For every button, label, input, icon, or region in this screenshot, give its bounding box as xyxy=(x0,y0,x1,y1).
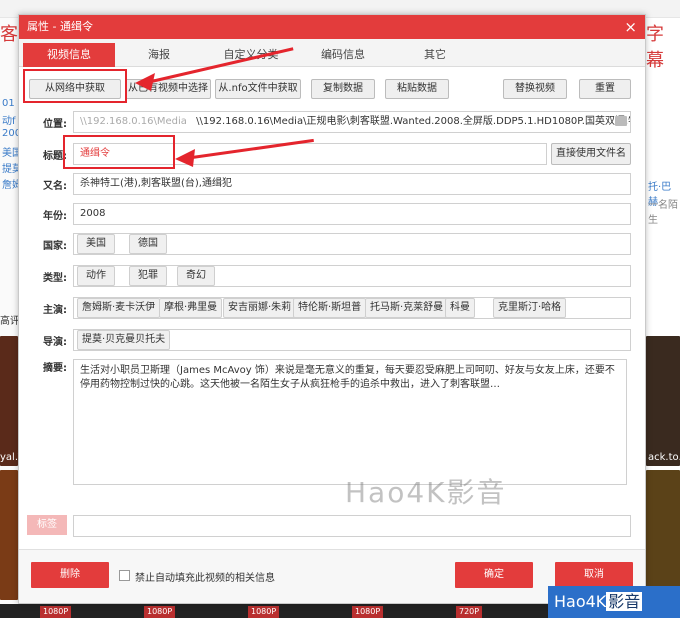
watermark: Hao4K影音 xyxy=(345,476,507,509)
use-filename-button[interactable]: 直接使用文件名 xyxy=(551,143,631,165)
summary-textarea[interactable]: 生活对小职员卫斯理（James McAvoy 饰）来说是毫无意义的重复，每天要忍… xyxy=(73,359,627,485)
properties-dialog: 属性 - 通缉令 × 视频信息 海报 自定义分类 编码信息 其它 从网络中获取 … xyxy=(18,14,646,604)
cast-chip[interactable]: 特伦斯·斯坦普 xyxy=(293,298,367,318)
poster-thumbnail[interactable] xyxy=(0,470,18,600)
corner-watermark-text: Hao4K xyxy=(554,592,607,611)
genre-label: 类型: xyxy=(43,273,67,284)
quality-badge: 1080P xyxy=(40,606,72,618)
corner-watermark: Hao4K 影音 xyxy=(548,586,680,618)
tab-bar: 视频信息 海报 自定义分类 编码信息 其它 xyxy=(19,39,645,67)
bg-fragment: ack.to.S xyxy=(648,452,680,463)
location-field[interactable]: \\192.168.0.16\Media \\192.168.0.16\Medi… xyxy=(73,111,631,133)
cast-chip[interactable]: 克里斯汀·哈格 xyxy=(493,298,567,318)
annotation-box-fetch xyxy=(23,69,127,103)
location-label: 位置: xyxy=(43,119,67,130)
cast-chip[interactable]: 安吉丽娜·朱莉 xyxy=(223,298,297,318)
quality-badge: 720P xyxy=(456,606,483,618)
tab-encoding-info[interactable]: 编码信息 xyxy=(297,43,389,67)
genre-chip[interactable]: 犯罪 xyxy=(129,266,167,286)
country-label: 国家: xyxy=(43,241,67,252)
bg-fragment: 高评 xyxy=(0,316,20,327)
cast-chip[interactable]: 詹姆斯·麦卡沃伊 xyxy=(77,298,161,318)
dialog-title: 属性 - 通缉令 xyxy=(27,20,93,33)
cast-chip[interactable]: 摩根·弗里曼 xyxy=(159,298,223,318)
replace-video-button[interactable]: 替换视频 xyxy=(503,79,567,99)
close-icon[interactable]: × xyxy=(624,15,637,39)
tab-video-info[interactable]: 视频信息 xyxy=(23,43,115,67)
tab-other[interactable]: 其它 xyxy=(389,43,481,67)
year-input[interactable]: 2008 xyxy=(73,203,631,225)
tag-button[interactable]: 标签 xyxy=(27,515,67,535)
tab-poster[interactable]: 海报 xyxy=(113,43,205,67)
cast-chip[interactable]: 科曼 xyxy=(445,298,475,318)
country-chip[interactable]: 德国 xyxy=(129,234,167,254)
poster-thumbnail[interactable] xyxy=(646,336,680,466)
location-value: \\192.168.0.16\Media\正规电影\刺客联盟.Wanted.20… xyxy=(196,116,630,127)
cancel-button[interactable]: 取消 xyxy=(555,562,633,588)
ok-button[interactable]: 确定 xyxy=(455,562,533,588)
quality-badge: 1080P xyxy=(248,606,280,618)
delete-button[interactable]: 删除 xyxy=(31,562,109,588)
cast-label: 主演: xyxy=(43,305,67,316)
director-chip[interactable]: 提莫·贝克曼贝托夫 xyxy=(77,330,171,350)
bg-fragment: 客 xyxy=(0,24,18,45)
reset-button[interactable]: 重置 xyxy=(579,79,631,99)
poster-thumbnail[interactable] xyxy=(0,336,18,466)
bg-fragment: 01 xyxy=(2,98,15,109)
summary-label: 摘要: xyxy=(43,363,67,374)
annotation-box-title xyxy=(63,135,175,169)
bg-fragment: 字幕 xyxy=(646,24,664,71)
genre-chip[interactable]: 奇幻 xyxy=(177,266,215,286)
quality-badge: 1080P xyxy=(352,606,384,618)
arrowhead-icon xyxy=(175,149,195,167)
disable-autofill-checkbox[interactable] xyxy=(119,570,130,581)
quality-badge: 1080P xyxy=(144,606,176,618)
location-prefix: \\192.168.0.16\Media xyxy=(80,116,187,127)
corner-watermark-suffix: 影音 xyxy=(606,592,643,611)
dialog-titlebar[interactable]: 属性 - 通缉令 × xyxy=(19,15,645,39)
cast-chip[interactable]: 托马斯·克莱舒曼 xyxy=(365,298,449,318)
bg-fragment: 一名陌生 xyxy=(648,200,678,226)
copy-data-button[interactable]: 复制数据 xyxy=(311,79,375,99)
folder-icon[interactable] xyxy=(615,116,627,126)
bg-fragment: 动f xyxy=(2,116,16,127)
paste-data-button[interactable]: 粘贴数据 xyxy=(385,79,449,99)
poster-thumbnail[interactable] xyxy=(646,470,680,600)
director-label: 导演: xyxy=(43,337,67,348)
disable-autofill-label: 禁止自动填充此视频的相关信息 xyxy=(135,573,275,584)
tag-input[interactable] xyxy=(73,515,631,537)
country-chip[interactable]: 美国 xyxy=(77,234,115,254)
year-label: 年份: xyxy=(43,211,67,222)
genre-chip[interactable]: 动作 xyxy=(77,266,115,286)
from-nfo-button[interactable]: 从.nfo文件中获取 xyxy=(215,79,301,99)
alias-label: 又名: xyxy=(43,181,67,192)
arrowhead-icon xyxy=(135,73,155,91)
alias-input[interactable]: 杀神特工(港),刺客联盟(台),通缉犯 xyxy=(73,173,631,195)
